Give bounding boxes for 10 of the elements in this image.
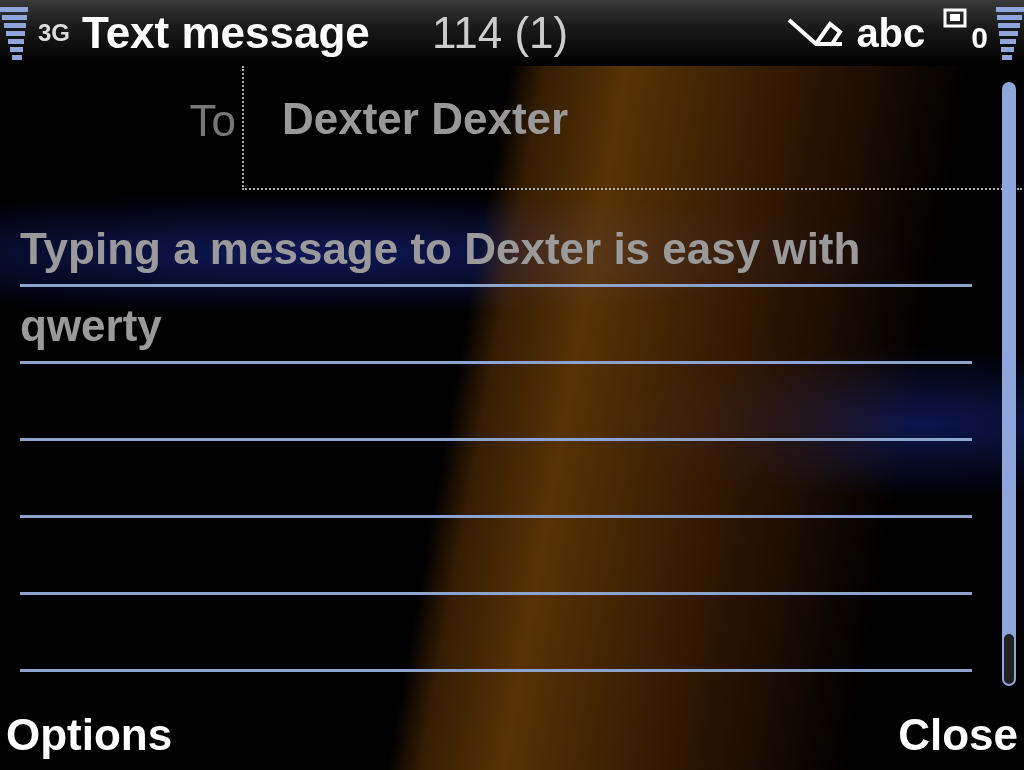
to-label: To [188, 95, 237, 147]
envelope-icon [943, 8, 968, 28]
scrollbar[interactable] [1002, 82, 1016, 686]
close-softkey[interactable]: Close [892, 710, 1024, 760]
network-type: 3G [38, 19, 70, 47]
queue-count: 0 [971, 21, 988, 55]
window-title: Text message [82, 8, 371, 58]
input-mode: abc [856, 10, 926, 56]
options-softkey[interactable]: Options [0, 710, 179, 760]
character-counter: 114 (1) [432, 8, 569, 58]
